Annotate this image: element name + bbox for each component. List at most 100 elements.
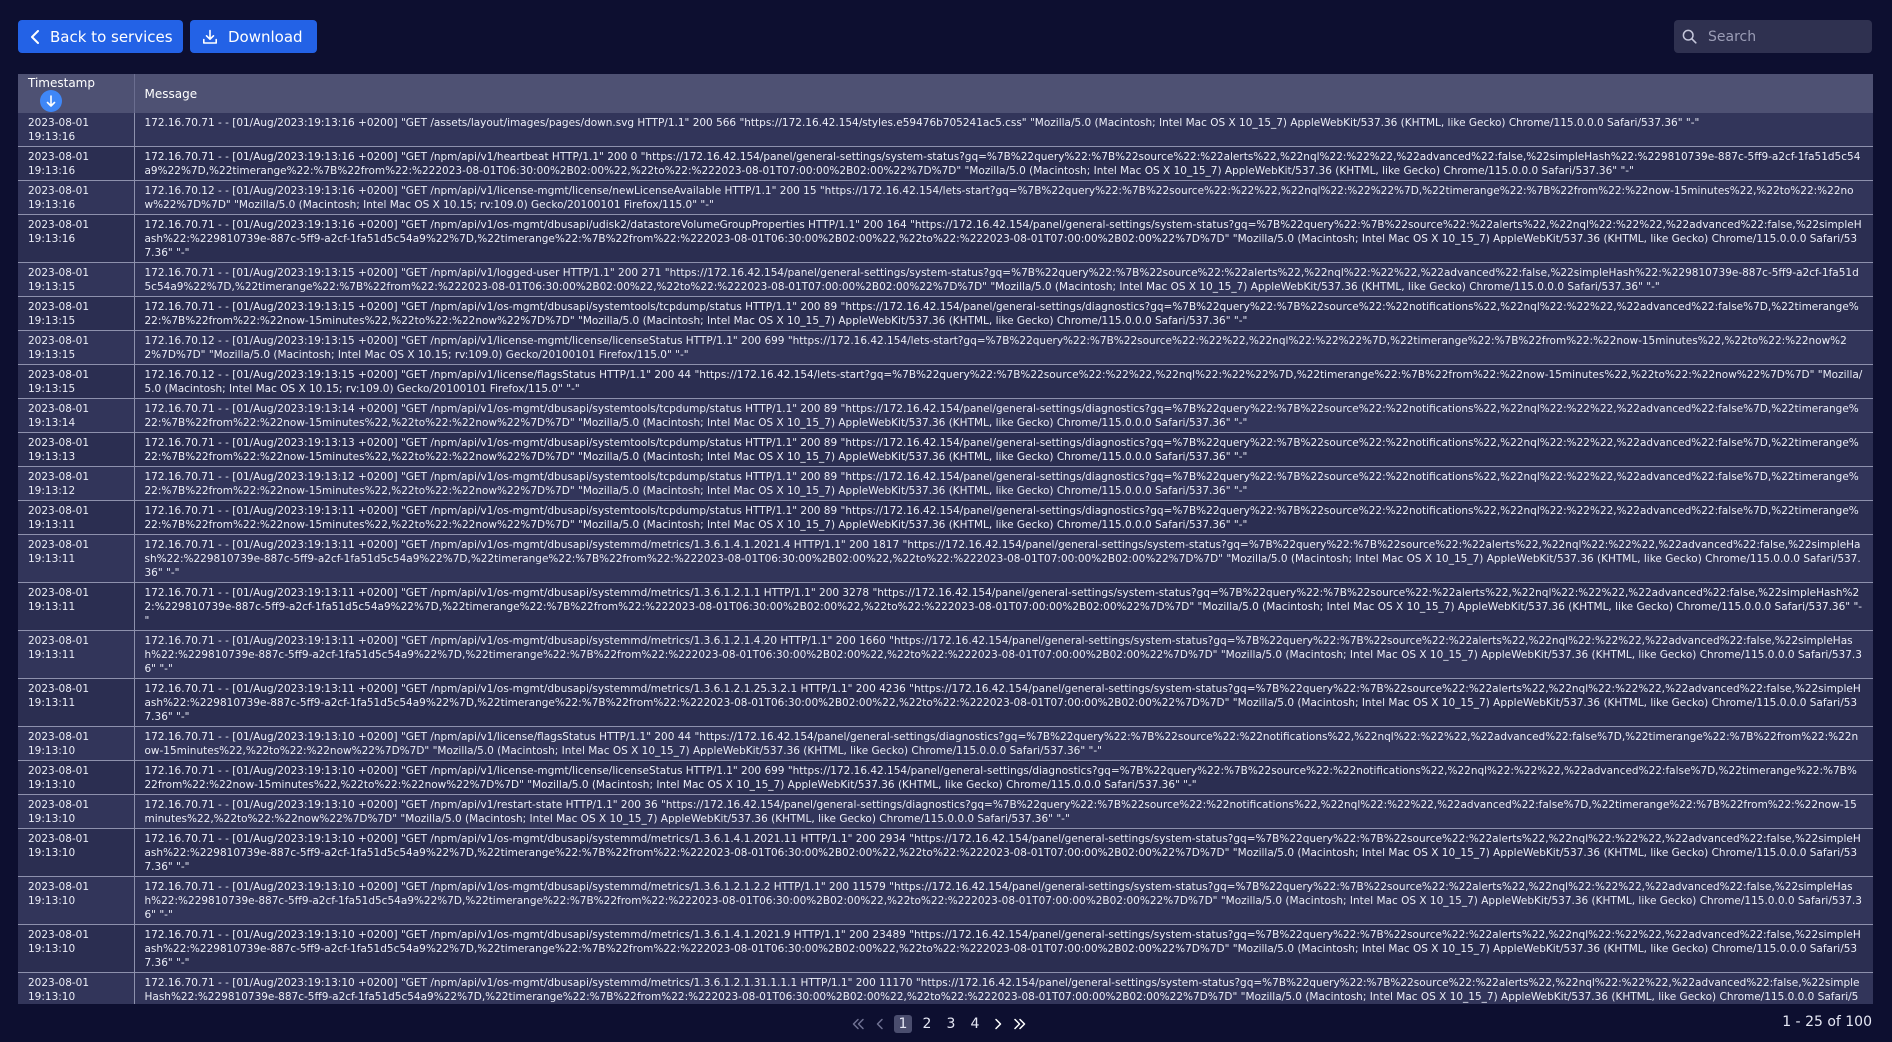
message-cell: 172.16.70.71 - - [01/Aug/2023:19:13:10 +…	[134, 924, 1873, 973]
search-icon	[1682, 29, 1697, 44]
message-cell: 172.16.70.71 - - [01/Aug/2023:19:13:16 +…	[134, 214, 1873, 263]
back-button-label: Back to services	[50, 27, 173, 46]
timestamp-date: 2023-08-01	[28, 117, 90, 129]
timestamp-date: 2023-08-01	[28, 369, 90, 381]
timestamp-time: 19:13:10	[28, 813, 76, 825]
table-row: 2023-08-01 19:13:10 172.16.70.71 - - [01/A…	[18, 794, 1873, 829]
message-cell: 172.16.70.71 - - [01/Aug/2023:19:13:10 +…	[134, 726, 1873, 761]
page-button-4[interactable]: 4	[966, 1015, 984, 1033]
timestamp-time: 19:13:15	[28, 315, 76, 327]
timestamp-cell: 2023-08-01 19:13:15	[18, 296, 135, 331]
timestamp-cell: 2023-08-01 19:13:16	[18, 113, 135, 147]
timestamp-time: 19:13:14	[28, 417, 76, 429]
timestamp-cell: 2023-08-01 19:13:15	[18, 330, 135, 365]
log-table-container: Timestamp Message 2023-08-01 19:13:16 172.…	[18, 74, 1873, 1004]
timestamp-cell: 2023-08-01 19:13:10	[18, 828, 135, 877]
page-button-1[interactable]: 1	[894, 1015, 912, 1033]
arrow-down-icon	[46, 94, 56, 107]
search-input[interactable]	[1706, 27, 1860, 46]
timestamp-cell: 2023-08-01 19:13:16	[18, 180, 135, 215]
timestamp-time: 19:13:15	[28, 383, 76, 395]
timestamp-cell: 2023-08-01 19:13:10	[18, 876, 135, 925]
timestamp-date: 2023-08-01	[28, 403, 90, 415]
log-table-body: 2023-08-01 19:13:16 172.16.70.71 - - [01/A…	[18, 113, 1873, 1004]
timestamp-time: 19:13:11	[28, 649, 76, 661]
column-header-message[interactable]: Message	[134, 74, 1873, 113]
download-button[interactable]: Download	[190, 20, 317, 53]
table-header-row: Timestamp Message	[18, 74, 1873, 113]
message-cell: 172.16.70.71 - - [01/Aug/2023:19:13:11 +…	[134, 500, 1873, 535]
timestamp-date: 2023-08-01	[28, 219, 90, 231]
timestamp-date: 2023-08-01	[28, 505, 90, 517]
message-cell: 172.16.70.71 - - [01/Aug/2023:19:13:10 +…	[134, 876, 1873, 925]
timestamp-cell: 2023-08-01 19:13:15	[18, 364, 135, 399]
message-header-label: Message	[144, 86, 198, 101]
table-row: 2023-08-01 19:13:11 172.16.70.71 - - [01/A…	[18, 500, 1873, 535]
timestamp-time: 19:13:16	[28, 233, 76, 245]
timestamp-cell: 2023-08-01 19:13:11	[18, 630, 135, 679]
message-cell: 172.16.70.12 - - [01/Aug/2023:19:13:15 +…	[134, 330, 1873, 365]
timestamp-time: 19:13:10	[28, 779, 76, 791]
column-header-timestamp[interactable]: Timestamp	[18, 74, 135, 113]
table-row: 2023-08-01 19:13:15 172.16.70.71 - - [01/A…	[18, 296, 1873, 331]
timestamp-date: 2023-08-01	[28, 765, 90, 777]
message-cell: 172.16.70.71 - - [01/Aug/2023:19:13:13 +…	[134, 432, 1873, 467]
timestamp-date: 2023-08-01	[28, 539, 90, 551]
sort-descending-button[interactable]	[40, 89, 62, 112]
table-row: 2023-08-01 19:13:14 172.16.70.71 - - [01/A…	[18, 398, 1873, 433]
message-cell: 172.16.70.71 - - [01/Aug/2023:19:13:11 +…	[134, 582, 1873, 631]
timestamp-time: 19:13:10	[28, 991, 76, 1003]
timestamp-cell: 2023-08-01 19:13:11	[18, 678, 135, 727]
last-page-button[interactable]	[1012, 1015, 1028, 1033]
timestamp-date: 2023-08-01	[28, 185, 90, 197]
timestamp-time: 19:13:11	[28, 553, 76, 565]
table-row: 2023-08-01 19:13:11 172.16.70.71 - - [01/A…	[18, 534, 1873, 583]
message-cell: 172.16.70.12 - - [01/Aug/2023:19:13:16 +…	[134, 180, 1873, 215]
table-row: 2023-08-01 19:13:10 172.16.70.71 - - [01/A…	[18, 828, 1873, 877]
first-page-button[interactable]	[850, 1015, 866, 1033]
message-cell: 172.16.70.71 - - [01/Aug/2023:19:13:11 +…	[134, 678, 1873, 727]
timestamp-time: 19:13:13	[28, 451, 76, 463]
double-chevron-left-icon	[852, 1018, 864, 1030]
timestamp-date: 2023-08-01	[28, 731, 90, 743]
timestamp-header-label: Timestamp	[28, 75, 95, 90]
table-row: 2023-08-01 19:13:16 172.16.70.71 - - [01/A…	[18, 214, 1873, 263]
table-row: 2023-08-01 19:13:16 172.16.70.12 - - [01/A…	[18, 180, 1873, 215]
message-cell: 172.16.70.71 - - [01/Aug/2023:19:13:10 +…	[134, 760, 1873, 795]
message-cell: 172.16.70.71 - - [01/Aug/2023:19:13:10 +…	[134, 828, 1873, 877]
timestamp-cell: 2023-08-01 19:13:16	[18, 214, 135, 263]
timestamp-time: 19:13:10	[28, 895, 76, 907]
timestamp-date: 2023-08-01	[28, 683, 90, 695]
timestamp-cell: 2023-08-01 19:13:10	[18, 726, 135, 761]
timestamp-date: 2023-08-01	[28, 635, 90, 647]
message-cell: 172.16.70.71 - - [01/Aug/2023:19:13:11 +…	[134, 534, 1873, 583]
message-cell: 172.16.70.71 - - [01/Aug/2023:19:13:16 +…	[134, 146, 1873, 181]
table-row: 2023-08-01 19:13:15 172.16.70.12 - - [01/A…	[18, 330, 1873, 365]
back-to-services-button[interactable]: Back to services	[18, 20, 183, 53]
timestamp-date: 2023-08-01	[28, 471, 90, 483]
timestamp-cell: 2023-08-01 19:13:15	[18, 262, 135, 297]
table-row: 2023-08-01 19:13:13 172.16.70.71 - - [01/A…	[18, 432, 1873, 467]
timestamp-time: 19:13:16	[28, 199, 76, 211]
table-row: 2023-08-01 19:13:15 172.16.70.12 - - [01/A…	[18, 364, 1873, 399]
page-button-2[interactable]: 2	[918, 1015, 936, 1033]
page-button-3[interactable]: 3	[942, 1015, 960, 1033]
pagination: 1 2 3 4	[850, 1014, 1034, 1034]
chevron-left-icon	[31, 29, 39, 44]
timestamp-date: 2023-08-01	[28, 977, 90, 989]
timestamp-time: 19:13:10	[28, 745, 76, 757]
table-row: 2023-08-01 19:13:10 172.16.70.71 - - [01/A…	[18, 876, 1873, 925]
message-cell: 172.16.70.12 - - [01/Aug/2023:19:13:15 +…	[134, 364, 1873, 399]
log-table: Timestamp Message 2023-08-01 19:13:16 172.…	[18, 74, 1873, 1004]
timestamp-date: 2023-08-01	[28, 151, 90, 163]
table-row: 2023-08-01 19:13:11 172.16.70.71 - - [01/A…	[18, 678, 1873, 727]
timestamp-time: 19:13:15	[28, 349, 76, 361]
next-page-button[interactable]	[990, 1015, 1006, 1033]
search-box[interactable]	[1674, 20, 1872, 53]
timestamp-time: 19:13:15	[28, 281, 76, 293]
message-cell: 172.16.70.71 - - [01/Aug/2023:19:13:11 +…	[134, 630, 1873, 679]
timestamp-date: 2023-08-01	[28, 267, 90, 279]
timestamp-date: 2023-08-01	[28, 587, 90, 599]
previous-page-button[interactable]	[872, 1015, 888, 1033]
timestamp-cell: 2023-08-01 19:13:14	[18, 398, 135, 433]
